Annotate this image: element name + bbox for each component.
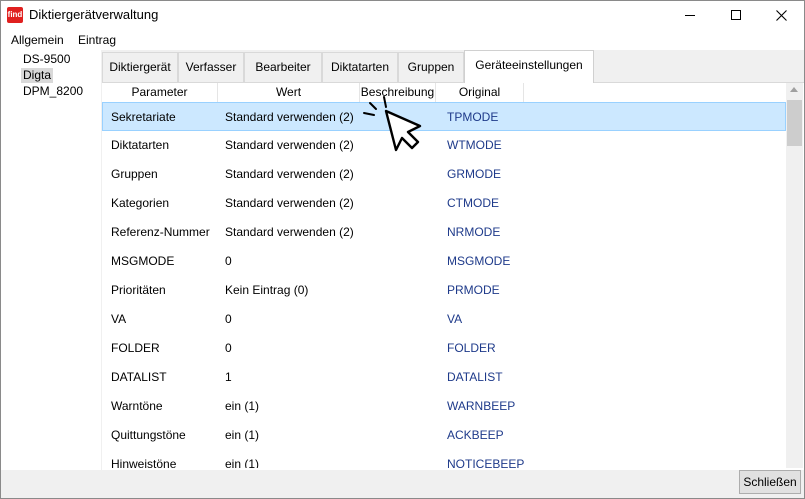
cell-wert: 1	[225, 370, 232, 384]
cell-original: WTMODE	[447, 138, 502, 152]
tab-bearbeiter[interactable]: Bearbeiter	[244, 52, 322, 82]
table-row[interactable]: VA 0 VA	[102, 305, 786, 334]
cell-parameter: Warntöne	[111, 399, 163, 413]
cell-wert: Standard verwenden (2)	[225, 167, 354, 181]
close-window-button[interactable]	[759, 1, 804, 30]
cell-original: NRMODE	[447, 225, 501, 239]
cell-original: TPMODE	[447, 110, 499, 124]
cell-wert: Standard verwenden (2)	[225, 196, 354, 210]
tab-verfasser[interactable]: Verfasser	[178, 52, 244, 82]
table-row[interactable]: Referenz-Nummer Standard verwenden (2) NRM…	[102, 218, 786, 247]
cell-parameter: Sekretariate	[111, 110, 176, 124]
scrollbar-thumb[interactable]	[787, 100, 802, 146]
cell-wert: ein (1)	[225, 428, 260, 442]
cell-wert: Standard verwenden (2)	[225, 110, 354, 124]
table-row[interactable]: FOLDER 0 FOLDER	[102, 334, 786, 363]
column-header-original[interactable]: Original	[436, 83, 524, 102]
cell-wert: Standard verwenden (2)	[225, 138, 354, 152]
minimize-icon	[685, 15, 695, 16]
cell-original: GRMODE	[447, 167, 501, 181]
cell-wert: Kein Eintrag (0)	[225, 283, 309, 297]
close-icon	[776, 10, 787, 21]
table-row[interactable]: Prioritäten Kein Eintrag (0) PRMODE	[102, 276, 786, 305]
table-row[interactable]: Hinweistöne ein (1) NOTICEBEEP	[102, 450, 786, 468]
cell-parameter: Prioritäten	[111, 283, 166, 297]
app-window: find Diktiergerätverwaltung Allgemein Ei…	[0, 0, 805, 499]
cell-original: DATALIST	[447, 370, 503, 384]
grid-header: Parameter Wert Beschreibung Original	[102, 83, 786, 102]
menu-allgemein[interactable]: Allgemein	[11, 33, 64, 47]
cell-parameter: FOLDER	[111, 341, 160, 355]
cell-wert: Standard verwenden (2)	[225, 225, 354, 239]
cell-original: WARNBEEP	[447, 399, 516, 413]
table-row[interactable]: MSGMODE 0 MSGMODE	[102, 247, 786, 276]
cell-parameter: Kategorien	[111, 196, 170, 210]
cell-original: ACKBEEP	[447, 428, 504, 442]
cell-parameter: DATALIST	[111, 370, 167, 384]
cell-original: PRMODE	[447, 283, 500, 297]
maximize-button[interactable]	[713, 1, 759, 30]
device-item-ds-9500[interactable]: DS-9500	[21, 52, 72, 67]
cell-wert: ein (1)	[225, 457, 260, 468]
cell-wert: 0	[225, 341, 232, 355]
tab-gruppen[interactable]: Gruppen	[398, 52, 464, 82]
table-row[interactable]: DATALIST 1 DATALIST	[102, 363, 786, 392]
column-header-parameter[interactable]: Parameter	[102, 83, 218, 102]
cell-parameter: Referenz-Nummer	[111, 225, 210, 239]
cell-original: VA	[447, 312, 463, 326]
table-row[interactable]: Sekretariate Standard verwenden (2) TPMODE	[102, 102, 786, 131]
window-title: Diktiergerätverwaltung	[29, 7, 159, 22]
cell-original: MSGMODE	[447, 254, 511, 268]
maximize-icon	[731, 10, 741, 20]
settings-grid: Sekretariate Standard verwenden (2) TPMODE…	[102, 102, 786, 468]
menu-bar: Allgemein Eintrag	[1, 30, 804, 50]
tab-geraeteeinstellungen[interactable]: Geräteeinstellungen	[464, 50, 594, 83]
cell-original: CTMODE	[447, 196, 499, 210]
menu-eintrag[interactable]: Eintrag	[78, 33, 116, 47]
tab-diktatarten[interactable]: Diktatarten	[322, 52, 398, 82]
cell-parameter: Quittungstöne	[111, 428, 186, 442]
cell-original: FOLDER	[447, 341, 496, 355]
device-item-dpm-8200[interactable]: DPM_8200	[21, 84, 85, 99]
settings-panel: Parameter Wert Beschreibung Original Sek…	[102, 82, 804, 470]
tab-strip: Diktiergerät Verfasser Bearbeiter Diktat…	[102, 50, 802, 83]
mouse-pointer-icon	[363, 96, 422, 152]
schliessen-button[interactable]: Schließen	[739, 470, 801, 494]
table-row[interactable]: Gruppen Standard verwenden (2) GRMODE	[102, 160, 786, 189]
minimize-button[interactable]	[667, 1, 713, 30]
cell-parameter: Hinweistöne	[111, 457, 177, 468]
column-header-wert[interactable]: Wert	[218, 83, 360, 102]
app-logo-icon: find	[7, 7, 23, 23]
table-row[interactable]: Warntöne ein (1) WARNBEEP	[102, 392, 786, 421]
cell-wert: 0	[225, 312, 232, 326]
device-item-digta[interactable]: Digta	[21, 68, 54, 83]
tab-diktiergeraet[interactable]: Diktiergerät	[102, 52, 178, 82]
table-row[interactable]: Quittungstöne ein (1) ACKBEEP	[102, 421, 786, 450]
scroll-up-icon[interactable]	[790, 87, 798, 92]
title-bar: find Diktiergerätverwaltung	[1, 1, 804, 30]
cell-parameter: MSGMODE	[111, 254, 175, 268]
device-list: DS-9500 Digta DPM_8200	[1, 50, 101, 470]
table-row[interactable]: Diktatarten Standard verwenden (2) WTMODE	[102, 131, 786, 160]
cell-parameter: VA	[111, 312, 127, 326]
cell-original: NOTICEBEEP	[447, 457, 525, 468]
vertical-scrollbar[interactable]	[786, 83, 803, 468]
cell-wert: 0	[225, 254, 232, 268]
cell-wert: ein (1)	[225, 399, 260, 413]
table-row[interactable]: Kategorien Standard verwenden (2) CTMODE	[102, 189, 786, 218]
cell-parameter: Gruppen	[111, 167, 158, 181]
cell-parameter: Diktatarten	[111, 138, 170, 152]
